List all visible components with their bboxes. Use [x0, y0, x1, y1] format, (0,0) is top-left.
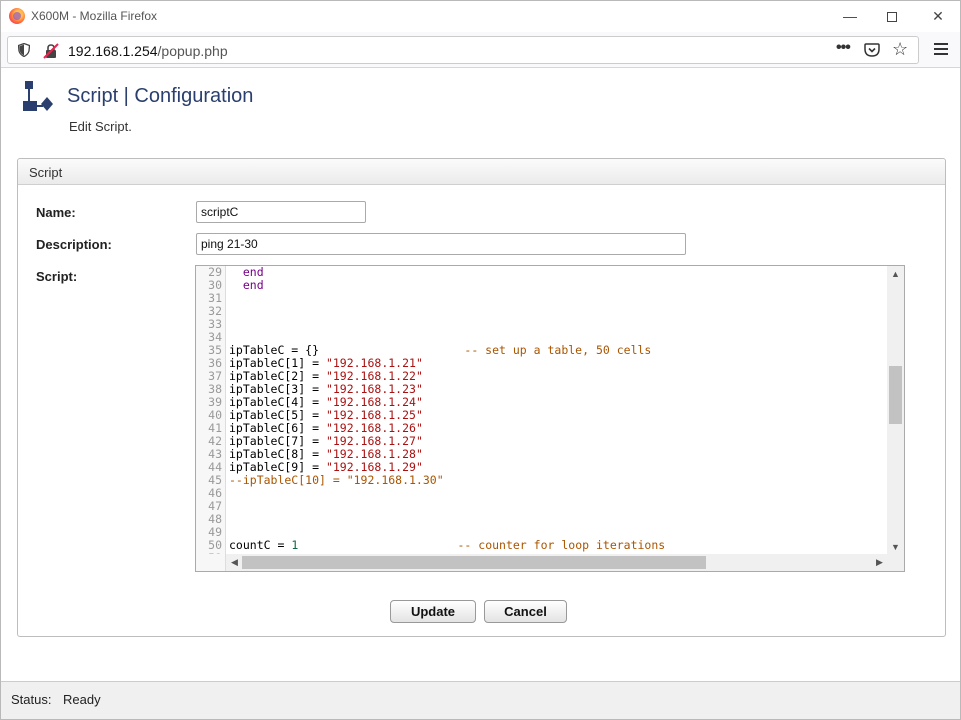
name-input[interactable]: [196, 201, 366, 223]
scroll-right-icon[interactable]: ▶: [871, 554, 888, 571]
code-token-str: "192.168.1.22": [325, 369, 423, 383]
code-line[interactable]: 45 --ipTableC[10] = "192.168.1.30": [196, 474, 888, 487]
url-host: 192.168.1.254: [68, 43, 158, 59]
update-button[interactable]: Update: [390, 600, 476, 623]
panel-header: Script: [18, 159, 945, 185]
script-panel: Script Name: Description: Script: 29 end…: [17, 158, 946, 637]
code-token-str: "192.168.1.25": [325, 408, 423, 422]
address-bar[interactable]: 192.168.1.254/popup.php ••• ☆: [7, 36, 919, 64]
panel-title: Script: [29, 165, 63, 180]
code-token-cmt: --ipTableC[10] = "192.168.1.30": [229, 473, 444, 487]
code-token: ipTableC[5] =: [229, 408, 326, 422]
code-line[interactable]: 46: [196, 487, 888, 500]
menu-hamburger-icon[interactable]: [934, 43, 948, 55]
code-token-str: "192.168.1.26": [325, 421, 423, 435]
code-token: ipTableC[6] =: [229, 421, 326, 435]
maximize-button[interactable]: [869, 1, 915, 32]
minimize-button[interactable]: —: [827, 1, 873, 32]
code-line[interactable]: 29 end: [196, 266, 888, 279]
browser-window: X600M - Mozilla Firefox — ✕ 192.168.1.25…: [0, 0, 961, 720]
vertical-scroll-thumb[interactable]: [889, 366, 902, 424]
pocket-icon[interactable]: [864, 42, 880, 58]
code-token-kw: end: [242, 278, 264, 292]
code-token-cmt: -- set up a table, 50 cells: [464, 343, 652, 357]
code-token-str: "192.168.1.21": [325, 356, 423, 370]
bookmark-star-icon[interactable]: ☆: [892, 39, 908, 60]
code-token: countC =: [229, 538, 292, 552]
page-actions-more-icon[interactable]: •••: [836, 39, 851, 57]
code-line[interactable]: 48: [196, 513, 888, 526]
title-bar: X600M - Mozilla Firefox — ✕: [1, 1, 960, 32]
code-line[interactable]: 50 countC = 1 -- counter for loop iterati…: [196, 539, 888, 552]
description-input[interactable]: [196, 233, 686, 255]
horizontal-scrollbar[interactable]: ◀ ▶: [226, 554, 888, 571]
status-label: Status:: [11, 692, 52, 707]
code-lines[interactable]: 29 end 30 end 31 32 33 34 35 ipTableC = {} -- s…: [196, 266, 888, 556]
code-token-cmt: -- counter for loop iterations: [457, 538, 666, 552]
url-text[interactable]: 192.168.1.254/popup.php: [68, 43, 228, 59]
code-token-str: "192.168.1.23": [325, 382, 423, 396]
close-window-button[interactable]: ✕: [915, 1, 961, 32]
insecure-lock-icon[interactable]: [43, 43, 59, 59]
scrollbar-corner: [887, 554, 904, 571]
status-value: Ready: [63, 692, 101, 707]
code-token: ipTableC[2] =: [229, 369, 326, 383]
window-title: X600M - Mozilla Firefox: [31, 9, 158, 23]
code-token: ipTableC[8] =: [229, 447, 326, 461]
code-token-str: "192.168.1.24": [325, 395, 423, 409]
code-line[interactable]: 33: [196, 318, 888, 331]
code-token: ipTableC[1] =: [229, 356, 326, 370]
code-token: ipTableC[4] =: [229, 395, 326, 409]
script-label: Script:: [36, 269, 78, 284]
horizontal-scroll-thumb[interactable]: [242, 556, 706, 569]
page-content: Script | Configuration Edit Script. Scri…: [1, 69, 960, 681]
cancel-button[interactable]: Cancel: [484, 600, 567, 623]
code-token: ipTableC = {}: [229, 343, 465, 357]
code-line[interactable]: 30 end: [196, 279, 888, 292]
script-flowchart-icon: [23, 81, 53, 111]
code-line[interactable]: 32: [196, 305, 888, 318]
script-code-editor[interactable]: 29 end 30 end 31 32 33 34 35 ipTableC = {} -- s…: [195, 265, 905, 572]
vertical-scrollbar[interactable]: ▲ ▼: [887, 266, 904, 556]
code-token: ipTableC[3] =: [229, 382, 326, 396]
code-line[interactable]: 31: [196, 292, 888, 305]
code-token-str: "192.168.1.28": [325, 447, 423, 461]
navigation-bar: 192.168.1.254/popup.php ••• ☆: [1, 32, 960, 68]
code-text: countC = 1 -- counter for loop iteration…: [229, 539, 665, 552]
code-line[interactable]: 47: [196, 500, 888, 513]
code-token-str: "192.168.1.27": [325, 434, 423, 448]
maximize-icon: [887, 12, 897, 23]
code-token-str: "192.168.1.29": [325, 460, 423, 474]
scroll-up-icon[interactable]: ▲: [887, 266, 904, 283]
page-subtitle: Edit Script.: [69, 119, 132, 134]
gutter-filler: [196, 554, 226, 571]
status-bar: Status: Ready: [1, 681, 960, 719]
tracking-shield-icon[interactable]: [18, 43, 30, 57]
page-title: Script | Configuration: [67, 85, 254, 107]
scroll-left-icon[interactable]: ◀: [226, 554, 243, 571]
description-label: Description:: [36, 237, 112, 252]
code-token: ipTableC[9] =: [229, 460, 326, 474]
code-token: ipTableC[7] =: [229, 434, 326, 448]
code-text: --ipTableC[10] = "192.168.1.30": [229, 474, 444, 487]
url-path: /popup.php: [157, 43, 228, 59]
code-text: end: [229, 279, 264, 292]
firefox-logo-icon: [9, 8, 25, 24]
name-label: Name:: [36, 205, 76, 220]
